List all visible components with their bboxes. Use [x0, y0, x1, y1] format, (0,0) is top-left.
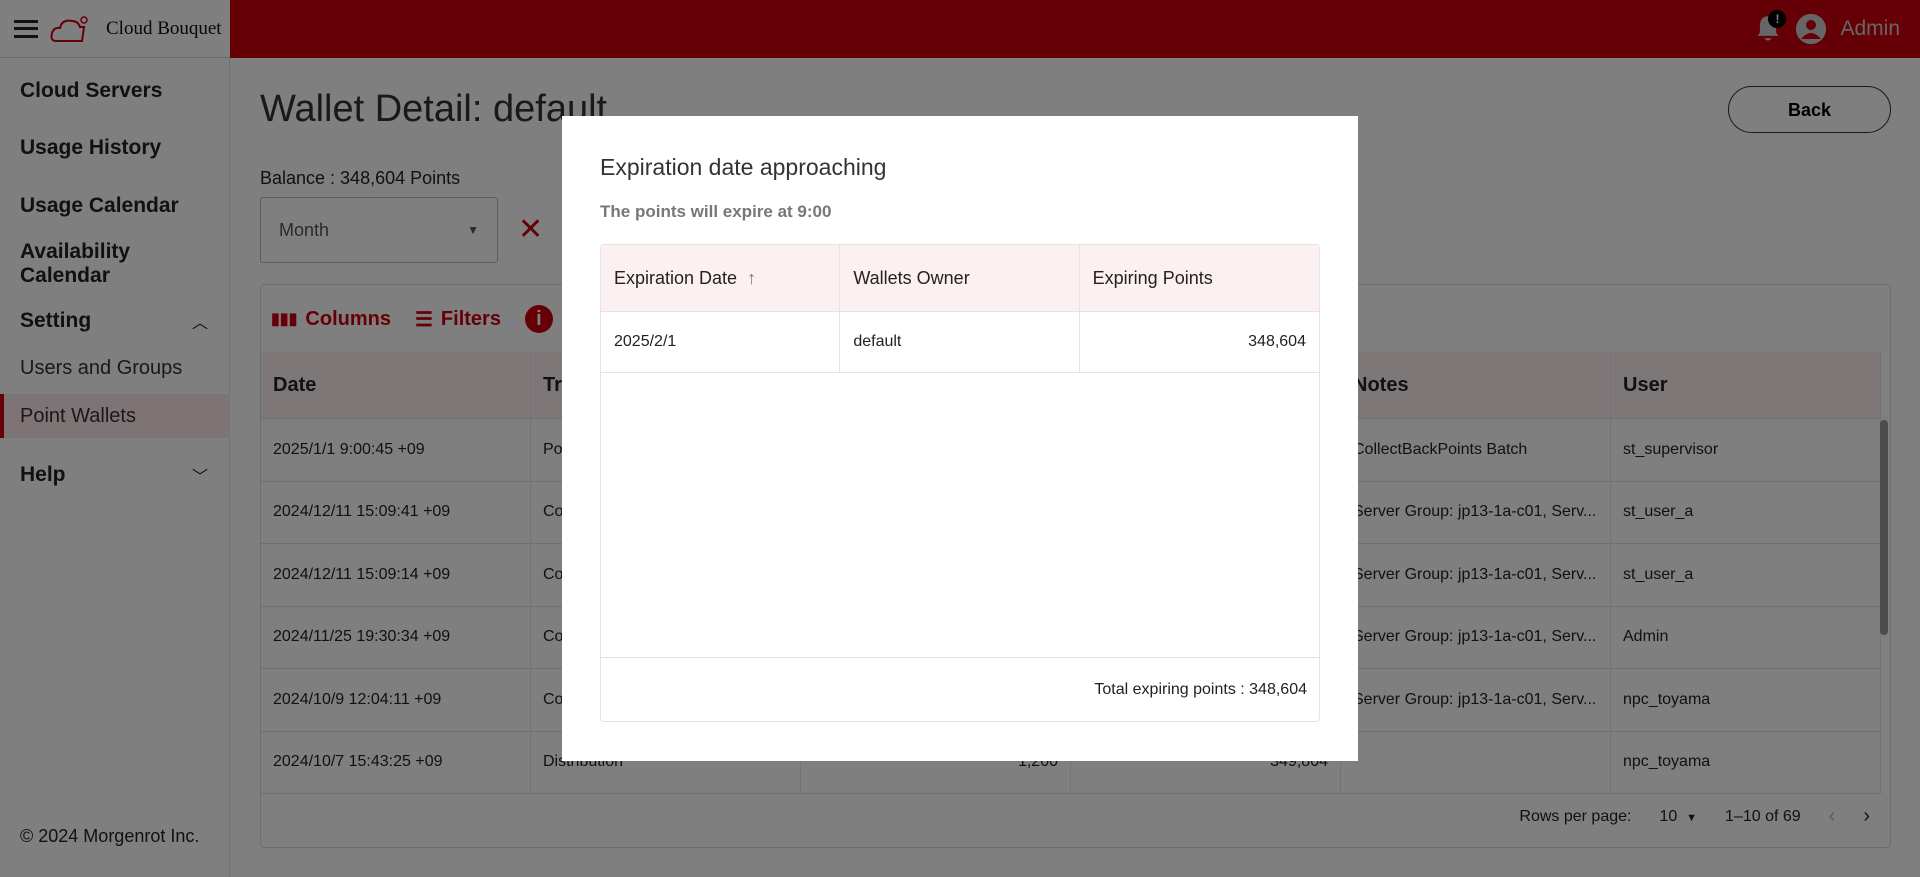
cell-expiration-date: 2025/2/1 [601, 312, 841, 372]
header-label: Expiration Date [614, 267, 738, 288]
cell-expiring-points: 348,604 [1248, 333, 1306, 350]
dialog-title: Expiration date approaching [600, 154, 887, 180]
cell-wallets-owner: default [840, 312, 1080, 372]
expiring-points-table: Expiration Date ↑ Wallets Owner Expiring… [600, 244, 1320, 722]
total-expiring-points: Total expiring points : 348,604 [1094, 680, 1307, 698]
column-header-expiration-date[interactable]: Expiration Date ↑ [601, 245, 841, 311]
sort-ascending-icon: ↑ [747, 267, 757, 288]
column-header-wallets-owner[interactable]: Wallets Owner [840, 245, 1080, 311]
header-label: Wallets Owner [853, 267, 970, 288]
dialog-subtitle: The points will expire at 9:00 [600, 202, 832, 221]
column-header-expiring-points[interactable]: Expiring Points [1080, 245, 1319, 311]
table-row[interactable]: 2025/2/1 default 348,604 [601, 312, 1319, 373]
header-label: Expiring Points [1092, 267, 1213, 288]
expiration-dialog: Expiration date approaching The points w… [562, 116, 1358, 761]
